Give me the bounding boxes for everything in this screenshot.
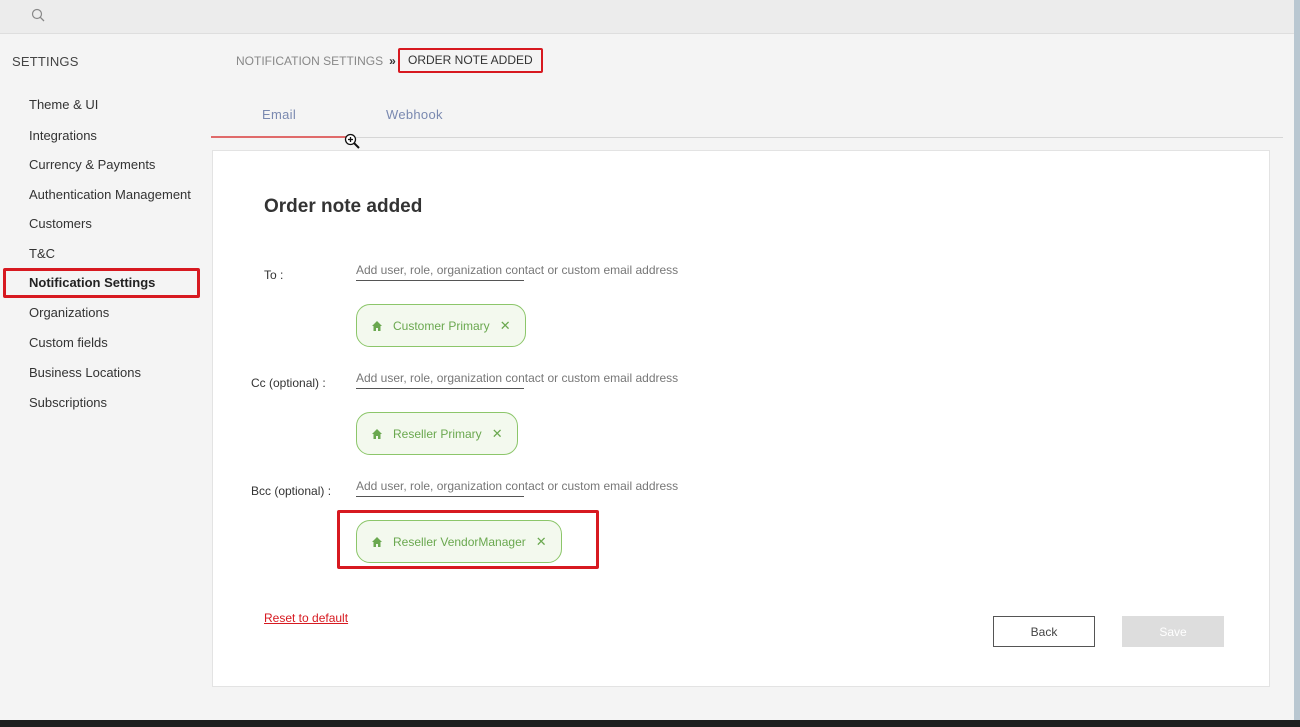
reset-to-default-link[interactable]: Reset to default [264, 611, 348, 625]
remove-chip-icon[interactable]: ✕ [492, 426, 503, 442]
chip-label: Reseller Primary [393, 426, 482, 441]
bcc-label: Bcc (optional) : [251, 484, 332, 498]
remove-chip-icon[interactable]: ✕ [500, 318, 511, 334]
sidebar-item-authentication-management[interactable]: Authentication Management [29, 187, 191, 202]
to-input[interactable]: Add user, role, organization contact or … [356, 263, 678, 281]
cc-input-placeholder: Add user, role, organization contact or … [356, 371, 679, 385]
breadcrumb: NOTIFICATION SETTINGS » [236, 54, 402, 68]
back-button[interactable]: Back [993, 616, 1095, 647]
cc-chip-reseller-primary[interactable]: Reseller Primary ✕ [356, 412, 518, 455]
form-title: Order note added [264, 196, 423, 217]
sidebar-item-business-locations[interactable]: Business Locations [29, 365, 141, 380]
breadcrumb-separator: » [389, 54, 396, 68]
sidebar-item-organizations[interactable]: Organizations [29, 305, 109, 320]
tab-webhook[interactable]: Webhook [386, 107, 443, 122]
to-chip-customer-primary[interactable]: Customer Primary ✕ [356, 304, 526, 347]
breadcrumb-parent[interactable]: NOTIFICATION SETTINGS [236, 54, 383, 68]
annotation-highlight-box [3, 268, 200, 298]
sidebar-item-tc[interactable]: T&C [29, 246, 55, 261]
tab-bar: Email Webhook [211, 100, 1283, 138]
annotation-highlight-box [337, 510, 599, 569]
tab-email[interactable]: Email [262, 107, 296, 122]
sidebar-item-theme-ui[interactable]: Theme & UI [29, 97, 98, 112]
zoom-in-cursor-icon [344, 133, 360, 149]
bcc-input-placeholder: Add user, role, organization contact or … [356, 479, 679, 493]
breadcrumb-current: ORDER NOTE ADDED [398, 48, 543, 73]
sidebar-item-customers[interactable]: Customers [29, 216, 92, 231]
cc-input[interactable]: Add user, role, organization contact or … [356, 371, 678, 389]
window-edge [1294, 0, 1300, 727]
to-input-placeholder: Add user, role, organization contact or … [356, 263, 679, 277]
home-icon [372, 428, 382, 439]
top-bar [0, 0, 1300, 34]
home-icon [372, 320, 382, 331]
chip-label: Customer Primary [393, 318, 490, 333]
sidebar-item-custom-fields[interactable]: Custom fields [29, 335, 108, 350]
sidebar-item-currency-payments[interactable]: Currency & Payments [29, 157, 155, 172]
save-button[interactable]: Save [1122, 616, 1224, 647]
taskbar-edge [0, 720, 1300, 727]
settings-title: SETTINGS [12, 54, 79, 69]
active-tab-indicator [211, 136, 347, 138]
search-icon[interactable] [31, 8, 45, 22]
bcc-input[interactable]: Add user, role, organization contact or … [356, 479, 678, 497]
sidebar-item-integrations[interactable]: Integrations [29, 128, 97, 143]
cc-label: Cc (optional) : [251, 376, 326, 390]
notification-form-card: Order note added To : Add user, role, or… [212, 150, 1270, 687]
sidebar-item-subscriptions[interactable]: Subscriptions [29, 395, 107, 410]
to-label: To : [264, 268, 284, 282]
